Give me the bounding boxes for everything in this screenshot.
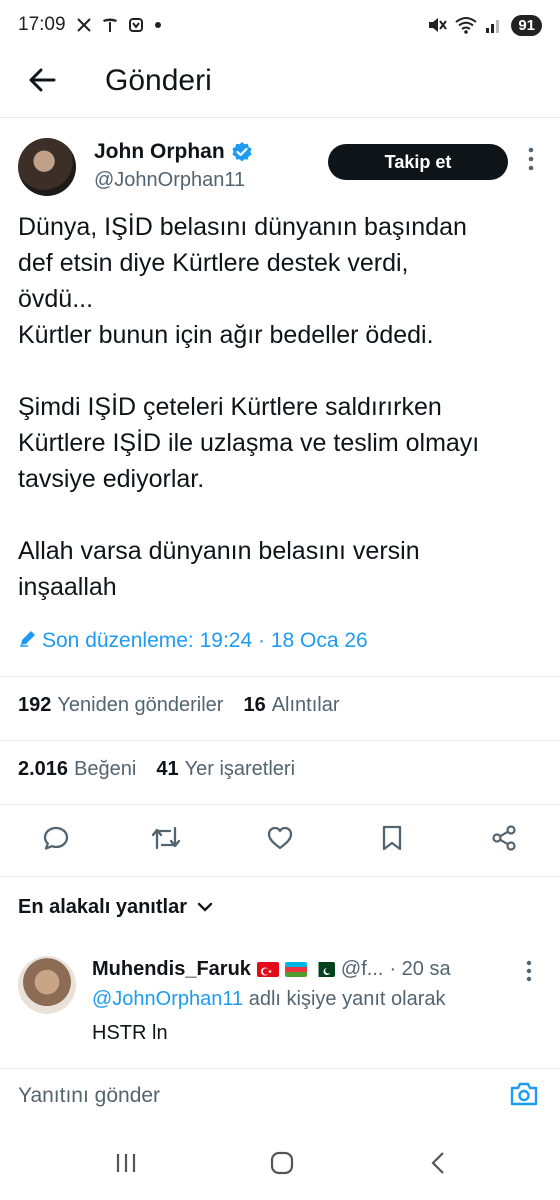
reply-timestamp: · 20 sa [389,958,451,980]
actions-divider-top [0,804,560,805]
reply-header: Muhendis_Faruk @f... · 20 sa [92,958,451,981]
arrow-left-icon [28,68,56,97]
bookmarks-label: Yer işaretleri [184,758,296,780]
like-button[interactable] [260,820,300,860]
reposts-count: 192 [18,694,52,716]
quotes-count: 16 [243,694,266,716]
status-bar: 17:09 91 [0,0,560,50]
reply-button[interactable] [36,820,76,860]
reply-mention-link[interactable]: @JohnOrphan11 [92,988,243,1010]
battery-indicator: 91 [511,14,542,36]
x-icon [76,17,92,33]
back-nav-button[interactable] [418,1148,458,1182]
azerbaijan-flag-icon [284,962,307,977]
actions-divider-bottom [0,876,560,877]
reposts-label: Yeniden gönderiler [57,694,224,716]
reply-author-name[interactable]: Muhendis_Faruk [92,958,251,981]
app-icon [128,17,144,33]
edit-history-link[interactable]: Son düzenleme: 19:24 · 18 Oca 26 [18,628,368,654]
reply-author-handle[interactable]: @f... [341,958,384,981]
mute-icon [427,16,448,34]
top-bar: Gönderi [0,50,560,116]
pencil-icon [18,628,38,654]
repost-icon [150,824,182,857]
reply-avatar[interactable] [18,956,76,1014]
more-vertical-icon [528,147,534,176]
stats-row-1: 192 Yeniden gönderiler 16 Alıntılar [18,694,352,717]
more-vertical-icon [526,960,532,986]
reply-compose-input[interactable] [18,1080,478,1112]
pakistan-flag-icon [312,962,335,977]
verified-badge-icon [231,141,253,163]
chevron-down-icon [197,896,213,919]
compose-bar [0,1070,560,1120]
bookmarks-stat[interactable]: 41 Yer işaretleri [156,758,295,781]
reply-context-suffix: adlı kişiye yanıt olarak [243,988,446,1010]
author-avatar[interactable] [18,138,76,196]
compose-divider [0,1068,560,1069]
wifi-icon [455,16,477,34]
reply-context: @JohnOrphan11 adlı kişiye yanıt olarak [92,988,445,1011]
back-button[interactable] [24,64,60,100]
tweet-text: Dünya, IŞİD belasını dünyanın başından d… [18,213,480,601]
quotes-label: Alıntılar [271,694,340,716]
more-options-button[interactable] [518,147,544,176]
stats-row-2: 2.016 Beğeni 41 Yer işaretleri [18,758,307,781]
camera-button[interactable] [506,1078,542,1114]
reply-more-button[interactable] [526,960,532,987]
status-right: 91 [427,14,542,36]
recent-apps-icon [114,1152,138,1179]
bookmark-button[interactable] [372,820,412,860]
author-name-row[interactable]: John Orphan [94,140,253,164]
reply-item[interactable]: Muhendis_Faruk @f... · 20 sa @JohnOrphan… [0,948,560,1058]
reposts-stat[interactable]: 192 Yeniden gönderiler [18,694,223,717]
follow-button[interactable]: Takip et [328,144,508,180]
camera-icon [509,1081,539,1112]
home-icon [269,1150,295,1181]
chevron-left-icon [429,1151,447,1180]
share-icon [490,824,518,857]
likes-label: Beğeni [74,758,137,780]
author-name: John Orphan [94,140,225,163]
signal-icon [485,16,503,34]
header-divider [0,117,560,118]
replies-sort-dropdown[interactable]: En alakalı yanıtlar [18,896,213,919]
status-time: 17:09 [18,14,66,35]
stats-divider-top [0,676,560,677]
tweet-actions [0,820,560,860]
system-nav-bar [0,1130,560,1200]
bookmarks-count: 41 [156,758,179,780]
author-handle[interactable]: @JohnOrphan11 [94,169,245,192]
reply-text: HSTR ln [92,1022,168,1044]
tesla-icon [102,17,118,33]
edited-label: Son düzenleme: 19:24 · 18 Oca 26 [42,629,368,652]
quotes-stat[interactable]: 16 Alıntılar [243,694,339,717]
share-button[interactable] [484,820,524,860]
likes-stat[interactable]: 2.016 Beğeni [18,758,136,781]
bookmark-icon [380,824,404,857]
status-left: 17:09 [18,14,162,36]
recent-apps-button[interactable] [106,1148,146,1182]
dot-icon [154,21,162,29]
replies-sort-label: En alakalı yanıtlar [18,896,187,918]
reply-icon [42,824,70,857]
turkey-flag-icon [256,962,279,977]
home-button[interactable] [262,1148,302,1182]
likes-count: 2.016 [18,758,69,780]
repost-button[interactable] [146,820,186,860]
page-title: Gönderi [105,64,212,97]
author-row: John Orphan @JohnOrphan11 Takip et [0,132,560,202]
stats-divider-middle [0,740,560,741]
like-icon [266,825,294,856]
